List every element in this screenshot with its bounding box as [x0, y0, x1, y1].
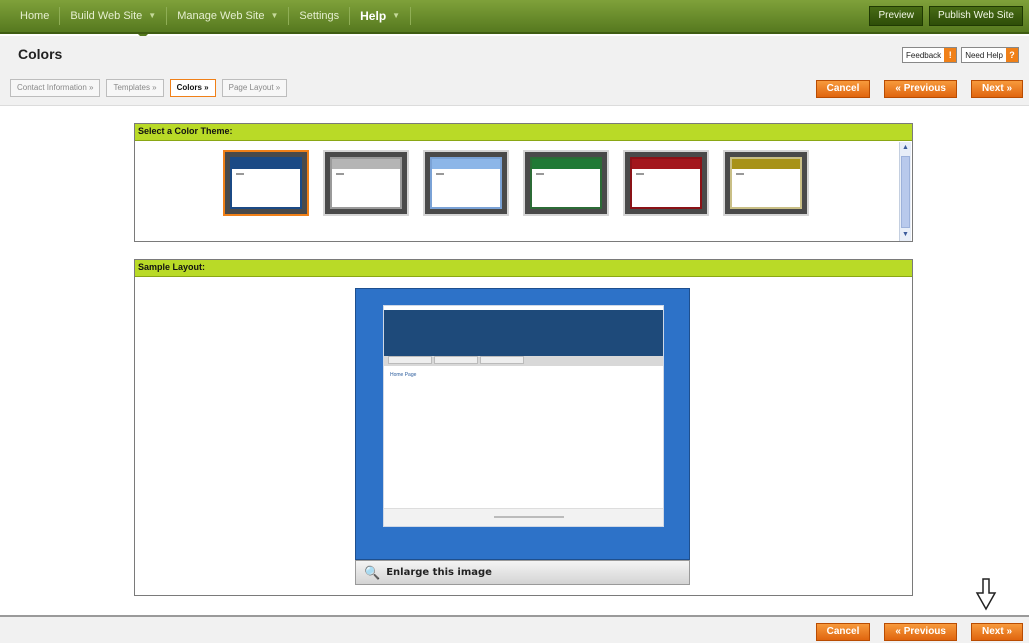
- theme-preview: [230, 157, 302, 209]
- sample-layout-heading: Sample Layout:: [135, 260, 912, 277]
- theme-text-line: [736, 173, 744, 175]
- wizard-steps: Contact Information » Templates » Colors…: [10, 79, 288, 97]
- exclamation-icon: !: [944, 48, 957, 62]
- theme-header-band: [432, 159, 500, 169]
- theme-text-line: [336, 173, 344, 175]
- enlarge-image-button[interactable]: 🔍 Enlarge this image: [355, 560, 690, 585]
- theme-text-line: [636, 173, 644, 175]
- color-theme-panel: Select a Color Theme: ▲ ▼: [134, 123, 913, 242]
- cancel-button[interactable]: Cancel: [815, 623, 871, 641]
- theme-header-band: [232, 159, 300, 169]
- preview-tabs: [384, 356, 663, 366]
- theme-preview: [630, 157, 702, 209]
- scroll-up-icon[interactable]: ▲: [900, 142, 911, 154]
- cancel-button[interactable]: Cancel: [815, 80, 871, 98]
- theme-text-line: [536, 173, 544, 175]
- theme-list: [223, 150, 809, 216]
- scroll-down-icon[interactable]: ▼: [900, 229, 911, 241]
- theme-swatch-light-blue[interactable]: [423, 150, 509, 216]
- step-page-layout[interactable]: Page Layout »: [221, 79, 288, 97]
- nav-item-label: Home: [20, 10, 50, 22]
- nav-item-settings[interactable]: Settings: [289, 7, 351, 25]
- sample-layout-panel: Sample Layout: Home Page 🔍 Enlarge this …: [134, 259, 913, 596]
- chevron-down-icon: ▼: [270, 11, 279, 20]
- theme-swatch-olive[interactable]: [723, 150, 809, 216]
- nav-item-help[interactable]: Help ▼: [350, 7, 412, 25]
- pointer-cursor-icon: [975, 578, 997, 611]
- theme-swatch-green[interactable]: [523, 150, 609, 216]
- nav-item-label: Build Web Site: [70, 10, 143, 22]
- top-nav: Home Build Web Site ▼ Manage Web Site ▼ …: [0, 0, 1029, 34]
- theme-header-band: [532, 159, 600, 169]
- preview-tab: [434, 356, 478, 364]
- step-contact-information[interactable]: Contact Information »: [10, 79, 101, 97]
- preview-header: [384, 310, 663, 356]
- nav-item-label: Settings: [299, 10, 340, 22]
- previous-button[interactable]: « Previous: [884, 623, 957, 641]
- theme-swatch-gray[interactable]: [323, 150, 409, 216]
- nav-item-build-web-site[interactable]: Build Web Site ▼: [60, 7, 168, 25]
- enlarge-label: Enlarge this image: [386, 567, 492, 578]
- publish-web-site-button[interactable]: Publish Web Site: [929, 6, 1023, 26]
- chevron-down-icon: ▼: [148, 11, 157, 20]
- theme-swatch-red[interactable]: [623, 150, 709, 216]
- need-help-button[interactable]: Need Help ?: [961, 47, 1019, 63]
- help-links: Feedback ! Need Help ?: [902, 47, 1019, 63]
- next-button[interactable]: Next »: [970, 80, 1023, 98]
- nav-menu: Home Build Web Site ▼ Manage Web Site ▼ …: [10, 7, 412, 25]
- theme-preview: [530, 157, 602, 209]
- step-colors[interactable]: Colors »: [169, 79, 216, 97]
- feedback-label: Feedback: [906, 50, 942, 60]
- bottom-bar: Cancel « Previous Next »: [0, 615, 1029, 643]
- nav-item-home[interactable]: Home: [10, 7, 61, 25]
- theme-scrollbar[interactable]: ▲ ▼: [899, 142, 911, 241]
- bottom-buttons: Cancel « Previous Next »: [815, 623, 1023, 641]
- wizard-buttons: Cancel « Previous Next »: [815, 80, 1023, 98]
- step-templates[interactable]: Templates »: [106, 79, 164, 97]
- preview-button[interactable]: Preview: [869, 6, 924, 26]
- preview-page: Home Page: [383, 305, 664, 527]
- need-help-label: Need Help: [965, 50, 1003, 60]
- nav-item-label: Manage Web Site: [177, 10, 265, 22]
- previous-button[interactable]: « Previous: [884, 80, 957, 98]
- theme-swatch-dark-blue[interactable]: [223, 150, 309, 216]
- preview-tab: [480, 356, 524, 364]
- nav-item-manage-web-site[interactable]: Manage Web Site ▼: [167, 7, 290, 25]
- question-icon: ?: [1006, 48, 1018, 62]
- theme-preview: [730, 157, 802, 209]
- theme-preview: [430, 157, 502, 209]
- chevron-down-icon: ▼: [392, 11, 401, 20]
- nav-actions: Preview Publish Web Site: [869, 6, 1023, 26]
- theme-header-band: [632, 159, 700, 169]
- nav-item-label: Help: [360, 9, 387, 23]
- color-theme-heading: Select a Color Theme:: [135, 124, 912, 141]
- theme-text-line: [436, 173, 444, 175]
- preview-footer: [384, 508, 663, 526]
- page-title: Colors: [18, 46, 63, 62]
- title-bar: Colors Feedback ! Need Help ?: [0, 36, 1029, 72]
- theme-preview: [330, 157, 402, 209]
- theme-header-band: [332, 159, 400, 169]
- theme-header-band: [732, 159, 800, 169]
- sample-layout-preview: Home Page: [355, 288, 690, 560]
- next-button[interactable]: Next »: [970, 623, 1023, 641]
- preview-home-link: Home Page: [390, 372, 417, 378]
- theme-text-line: [236, 173, 244, 175]
- feedback-button[interactable]: Feedback !: [902, 47, 958, 63]
- preview-tab: [388, 356, 432, 364]
- scroll-thumb[interactable]: [901, 156, 910, 228]
- wizard-bar: Contact Information » Templates » Colors…: [0, 72, 1029, 106]
- magnifier-icon: 🔍: [364, 564, 381, 580]
